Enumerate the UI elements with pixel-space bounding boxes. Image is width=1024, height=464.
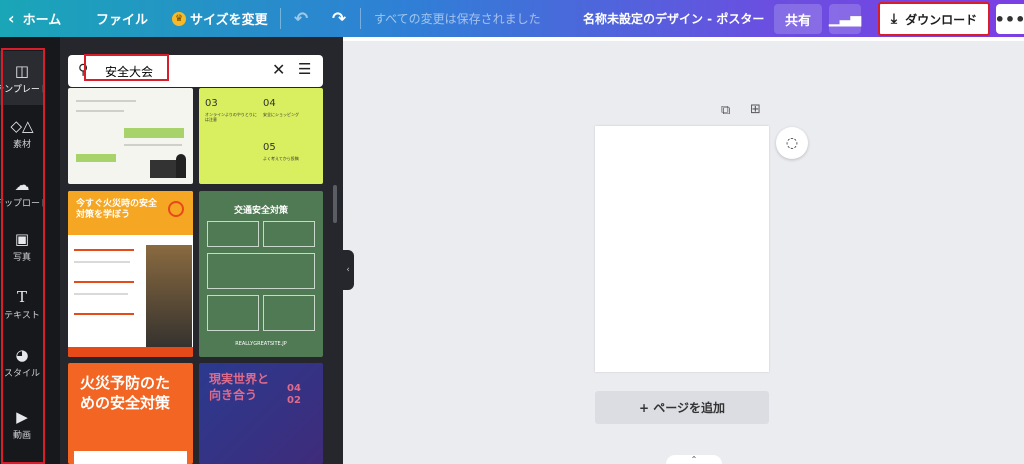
template-tile[interactable]: 火災予防のための安全対策 <box>68 363 193 464</box>
bar-chart-icon: ▁▃▅ <box>828 11 862 27</box>
add-page-button[interactable]: + ページを追加 <box>595 391 769 424</box>
crown-icon: ♛ <box>172 11 186 26</box>
info-box <box>263 221 315 247</box>
download-button[interactable]: ⤓ ダウンロード <box>878 2 990 36</box>
info-box <box>207 253 315 289</box>
chevron-left-icon: ‹ <box>346 265 350 275</box>
collapse-panel-button[interactable]: ‹ <box>342 250 354 290</box>
info-box <box>263 295 315 331</box>
highlight-box-search <box>84 54 169 81</box>
text-line <box>74 293 128 295</box>
more-options-button[interactable]: ••• <box>995 4 1024 34</box>
divider <box>280 8 281 29</box>
template-tile[interactable]: 今すぐ火災時の安全対策を学ぼう <box>68 191 193 357</box>
comment-button[interactable]: ◌ <box>776 127 808 159</box>
share-button[interactable]: 共有 <box>774 4 822 34</box>
template-tile[interactable]: 03 04 オンラインよりのやりとりには注意 安全にショッピング 05 よく考え… <box>199 88 323 184</box>
file-menu-button[interactable]: ファイル <box>96 0 148 37</box>
save-status: すべての変更は保存されました <box>374 12 541 26</box>
text-line <box>74 261 130 263</box>
text-line <box>76 110 124 112</box>
label-block <box>76 154 116 162</box>
top-bar: ‹ ホーム ファイル ♛ サイズを変更 ↶ ↷ すべての変更は保存されました 名… <box>0 0 1024 37</box>
insights-button[interactable]: ▁▃▅ <box>829 4 861 34</box>
chevron-up-icon[interactable]: ⌃ <box>666 455 722 464</box>
home-button[interactable]: ‹ ホーム <box>8 0 61 37</box>
text-line <box>74 249 134 251</box>
undo-icon[interactable]: ↶ <box>294 0 308 37</box>
design-page[interactable] <box>595 126 769 372</box>
illustration-laptop <box>150 160 176 178</box>
text-line <box>76 100 136 102</box>
footer-band <box>74 451 187 464</box>
template-tile[interactable] <box>68 88 193 184</box>
duplicate-page-icon[interactable]: ⧉ <box>721 103 730 118</box>
highlight-box-sidebar <box>1 48 45 464</box>
info-box <box>207 221 259 247</box>
download-icon: ⤓ <box>890 11 898 27</box>
footer-band <box>68 347 193 357</box>
firefighter-photo <box>146 245 192 357</box>
add-page-icon[interactable]: ⊞ <box>750 102 761 117</box>
panel-scrollbar[interactable] <box>333 185 337 223</box>
design-title[interactable]: 名称未設定のデザイン - ポスター <box>583 0 764 37</box>
text-line <box>74 313 134 315</box>
filter-icon[interactable]: ☰ <box>298 60 311 78</box>
resize-button[interactable]: ♛ サイズを変更 <box>172 0 268 37</box>
canvas-top-strip <box>343 37 1024 41</box>
text-line <box>74 281 134 283</box>
divider <box>360 8 361 29</box>
flame-icon <box>168 201 184 217</box>
chevron-left-icon: ‹ <box>8 9 15 28</box>
info-box <box>207 295 259 331</box>
redo-icon[interactable]: ↷ <box>332 0 346 37</box>
template-tile[interactable]: 交通安全対策 REALLYGREATSITE.JP <box>199 191 323 357</box>
label-block <box>124 128 184 138</box>
text-line <box>124 144 182 146</box>
comment-add-icon: ◌ <box>785 135 799 151</box>
clear-icon[interactable]: ✕ <box>272 60 285 79</box>
illustration-person <box>176 154 186 178</box>
template-tile[interactable]: 現実世界と向き合う 04 02 <box>199 363 323 464</box>
